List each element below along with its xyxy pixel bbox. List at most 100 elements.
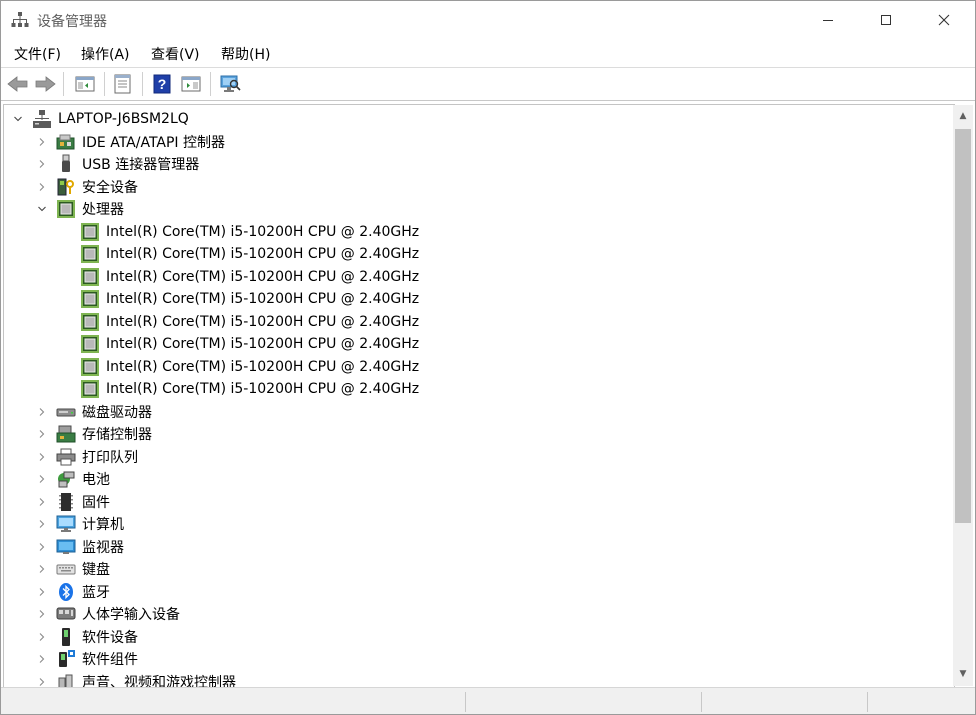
expand-chevron-icon[interactable] [36,631,48,643]
tree-device-processor[interactable]: Intel(R) Core(TM) i5-10200H CPU @ 2.40GH… [80,266,419,288]
tree-category[interactable]: 存储控制器 [39,423,152,445]
scroll-down-arrow[interactable]: ▼ [953,665,973,683]
maximize-icon [881,15,891,25]
expand-chevron-icon[interactable] [36,653,48,665]
menu-bar: 文件(F) 操作(A) 查看(V) 帮助(H) [1,39,975,67]
device-manager-window: 设备管理器 文件(F) 操作(A) 查看(V) 帮助(H) ? LAPTOP-J… [0,0,976,715]
processor-icon [80,289,100,309]
tree-category[interactable]: 键盘 [39,558,110,580]
tree-category[interactable]: IDE ATA/ATAPI 控制器 [39,131,226,153]
expand-chevron-icon[interactable] [36,451,48,463]
expand-chevron-icon[interactable] [36,181,48,193]
firmware-icon [56,492,76,512]
forward-icon [35,76,56,92]
tree-item-label: USB 连接器管理器 [82,157,200,173]
ide-controller-icon [56,132,76,152]
expand-chevron-icon[interactable] [36,158,48,170]
expand-chevron-icon[interactable] [36,518,48,530]
tree-item-label: 安全设备 [82,179,138,196]
computer-root-icon [32,109,52,129]
tree-category[interactable]: 磁盘驱动器 [39,401,152,423]
tree-device-processor[interactable]: Intel(R) Core(TM) i5-10200H CPU @ 2.40GH… [80,311,419,333]
tree-category[interactable]: 蓝牙 [39,581,110,603]
tree-category[interactable]: USB 连接器管理器 [39,153,200,175]
menu-action[interactable]: 操作(A) [79,44,132,64]
expand-chevron-icon[interactable] [36,608,48,620]
tree-device-processor[interactable]: Intel(R) Core(TM) i5-10200H CPU @ 2.40GH… [80,221,419,243]
vertical-scrollbar[interactable]: ▲ ▼ [953,105,973,686]
collapse-chevron-icon[interactable] [36,203,48,215]
help-button[interactable]: ? [149,71,175,97]
tree-category[interactable]: 软件组件 [39,648,138,670]
tree-device-processor[interactable]: Intel(R) Core(TM) i5-10200H CPU @ 2.40GH… [80,243,419,265]
title-bar: 设备管理器 [1,1,975,39]
tree-category[interactable]: 电池 [39,468,110,490]
processor-icon [80,379,100,399]
tree-item-label: 蓝牙 [82,584,110,601]
printer-icon [56,447,76,467]
tree-category[interactable]: 计算机 [39,513,124,535]
minimize-button[interactable] [799,1,857,39]
tree-category[interactable]: 安全设备 [39,176,138,198]
bluetooth-icon [56,582,76,602]
tree-category[interactable]: 监视器 [39,536,124,558]
tree-category[interactable]: 人体学输入设备 [39,603,180,625]
device-tree: LAPTOP-J6BSM2LQ IDE ATA/ATAPI 控制器 USB 连接器管… [3,104,955,688]
tree-category[interactable]: 固件 [39,491,110,513]
tree-device-processor[interactable]: Intel(R) Core(TM) i5-10200H CPU @ 2.40GH… [80,378,419,400]
tree-device-processor[interactable]: Intel(R) Core(TM) i5-10200H CPU @ 2.40GH… [80,356,419,378]
device-manager-icon [11,11,29,29]
expand-chevron-icon[interactable] [36,496,48,508]
action-pane-button[interactable] [178,71,204,97]
tree-item-label: Intel(R) Core(TM) i5-10200H CPU @ 2.40GH… [106,291,420,307]
help-icon: ? [153,74,171,94]
tree-category[interactable]: 处理器 [38,198,124,220]
tree-category[interactable]: 声音、视频和游戏控制器 [39,671,236,688]
expand-chevron-icon[interactable] [36,676,48,688]
forward-button[interactable] [32,71,58,97]
status-separator [465,692,466,712]
expand-chevron-icon[interactable] [36,136,48,148]
collapse-chevron-icon[interactable] [12,113,24,125]
keyboard-icon [56,559,76,579]
status-separator [701,692,702,712]
scan-hardware-icon [220,75,241,92]
properties-button[interactable] [110,71,136,97]
tree-item-label: 软件设备 [82,629,138,646]
processor-icon [80,244,100,264]
svg-text:?: ? [158,76,167,92]
back-button[interactable] [5,71,31,97]
tree-category[interactable]: 打印队列 [39,446,138,468]
expand-chevron-icon[interactable] [36,473,48,485]
tree-category[interactable]: 软件设备 [39,626,138,648]
close-button[interactable] [915,1,973,39]
expand-chevron-icon[interactable] [36,563,48,575]
window-title: 设备管理器 [37,14,107,30]
show-hide-console-tree-button[interactable] [72,71,98,97]
status-separator [867,692,868,712]
menu-help[interactable]: 帮助(H) [219,44,272,64]
maximize-button[interactable] [857,1,915,39]
tree-item-label: 声音、视频和游戏控制器 [82,674,236,688]
tree-item-label: 处理器 [82,202,124,218]
expand-chevron-icon[interactable] [36,541,48,553]
tree-device-processor[interactable]: Intel(R) Core(TM) i5-10200H CPU @ 2.40GH… [80,288,419,310]
tree-item-label: 人体学输入设备 [82,607,180,623]
security-device-icon [56,177,76,197]
tree-item-label: Intel(R) Core(TM) i5-10200H CPU @ 2.40GH… [106,358,420,375]
expand-chevron-icon[interactable] [36,428,48,440]
scan-hardware-button[interactable] [217,71,243,97]
processor-icon [80,267,100,287]
menu-view[interactable]: 查看(V) [149,44,202,64]
tree-item-label: IDE ATA/ATAPI 控制器 [82,134,226,151]
show-hide-console-tree-icon [75,76,95,92]
tree-root-computer[interactable]: LAPTOP-J6BSM2LQ [14,108,189,130]
scroll-thumb[interactable] [955,129,971,523]
processor-icon [56,199,76,219]
expand-chevron-icon[interactable] [36,586,48,598]
scroll-up-arrow[interactable]: ▲ [953,107,973,125]
tree-device-processor[interactable]: Intel(R) Core(TM) i5-10200H CPU @ 2.40GH… [80,333,419,355]
tree-item-label: LAPTOP-J6BSM2LQ [58,111,189,127]
menu-file[interactable]: 文件(F) [12,44,63,64]
expand-chevron-icon[interactable] [36,406,48,418]
